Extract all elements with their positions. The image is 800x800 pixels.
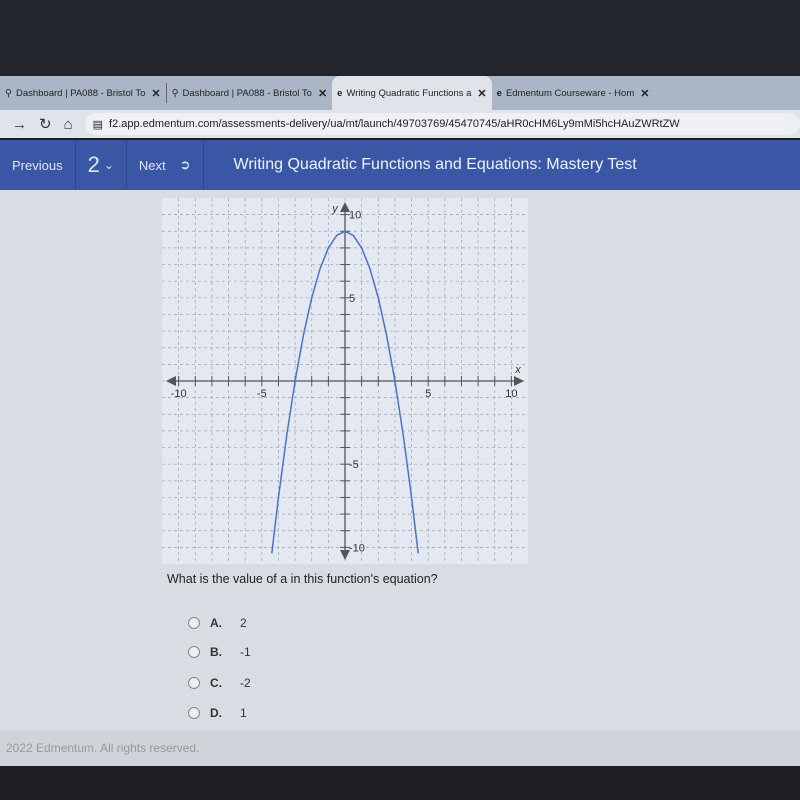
- url-input[interactable]: ▤ f2.app.edmentum.com/assessments-deliver…: [84, 113, 800, 135]
- x-tick-label: -5: [257, 388, 267, 400]
- address-bar-row: → ↻ ⌂ ▤ f2.app.edmentum.com/assessments-d…: [0, 110, 800, 138]
- y-tick-label: -5: [349, 459, 359, 471]
- radio-button[interactable]: [188, 617, 200, 629]
- tab-dashboard-1[interactable]: ⚲ Dashboard | PA088 - Bristol To ✕: [0, 76, 166, 110]
- next-button[interactable]: Next ➲: [127, 140, 204, 190]
- footer-copyright: 2022 Edmentum. All rights reserved.: [0, 730, 800, 766]
- close-icon[interactable]: ✕: [318, 87, 327, 100]
- y-tick-label: 10: [349, 210, 361, 222]
- option-c[interactable]: C. -2: [188, 676, 251, 690]
- tab-writing-quadratic[interactable]: e Writing Quadratic Functions a ✕: [332, 76, 492, 110]
- radio-button[interactable]: [188, 646, 200, 658]
- question-number-dropdown[interactable]: 2 ⌄: [76, 140, 127, 190]
- question-content: -10 -5 5 10 10 5 -5 -10 x y What is the value of …: [0, 190, 800, 730]
- location-pin-icon: ⚲: [5, 87, 12, 99]
- edmentum-icon: e: [496, 87, 502, 99]
- tab-edmentum-courseware[interactable]: e Edmentum Courseware - Hom ✕: [492, 76, 655, 110]
- x-axis-label: x: [514, 364, 521, 376]
- y-tick-label: 5: [349, 293, 355, 305]
- edmentum-icon: e: [337, 87, 343, 99]
- page-info-icon[interactable]: ▤: [93, 118, 103, 131]
- radio-button[interactable]: [188, 707, 200, 719]
- screen-bezel: [0, 0, 800, 76]
- parabola-graph: -10 -5 5 10105-5-10xy: [162, 198, 528, 564]
- home-icon[interactable]: ⌂: [64, 116, 73, 133]
- question-text: What is the value of a in this function'…: [167, 572, 438, 586]
- close-icon[interactable]: ✕: [477, 87, 486, 100]
- option-d[interactable]: D. 1: [188, 706, 247, 720]
- location-pin-icon: ⚲: [171, 87, 179, 99]
- page-title: Writing Quadratic Functions and Equation…: [233, 156, 637, 173]
- tab-bar: ⚲ Dashboard | PA088 - Bristol To ✕ ⚲ Dashbo…: [0, 76, 800, 110]
- close-icon[interactable]: ✕: [151, 87, 160, 100]
- previous-button[interactable]: Previous: [0, 140, 76, 190]
- tab-dashboard-2[interactable]: ⚲ Dashboard | PA088 - Bristol To ✕: [167, 76, 333, 110]
- arrow-circle-right-icon: ➲: [179, 157, 191, 172]
- y-tick-label: -10: [349, 542, 365, 554]
- assessment-nav: Previous 2 ⌄ Next ➲ Writing Quadratic Func…: [0, 140, 800, 190]
- radio-button[interactable]: [188, 677, 200, 689]
- option-b[interactable]: B. -1: [188, 645, 251, 659]
- chevron-down-icon: ⌄: [103, 158, 114, 172]
- option-a[interactable]: A. 2: [188, 616, 247, 630]
- reload-icon[interactable]: ↻: [39, 115, 52, 133]
- forward-icon[interactable]: →: [12, 116, 27, 133]
- close-icon[interactable]: ✕: [640, 87, 649, 100]
- x-tick-label: -10: [171, 388, 187, 400]
- x-tick-label: 10: [505, 388, 517, 400]
- x-tick-label: 5: [425, 388, 431, 400]
